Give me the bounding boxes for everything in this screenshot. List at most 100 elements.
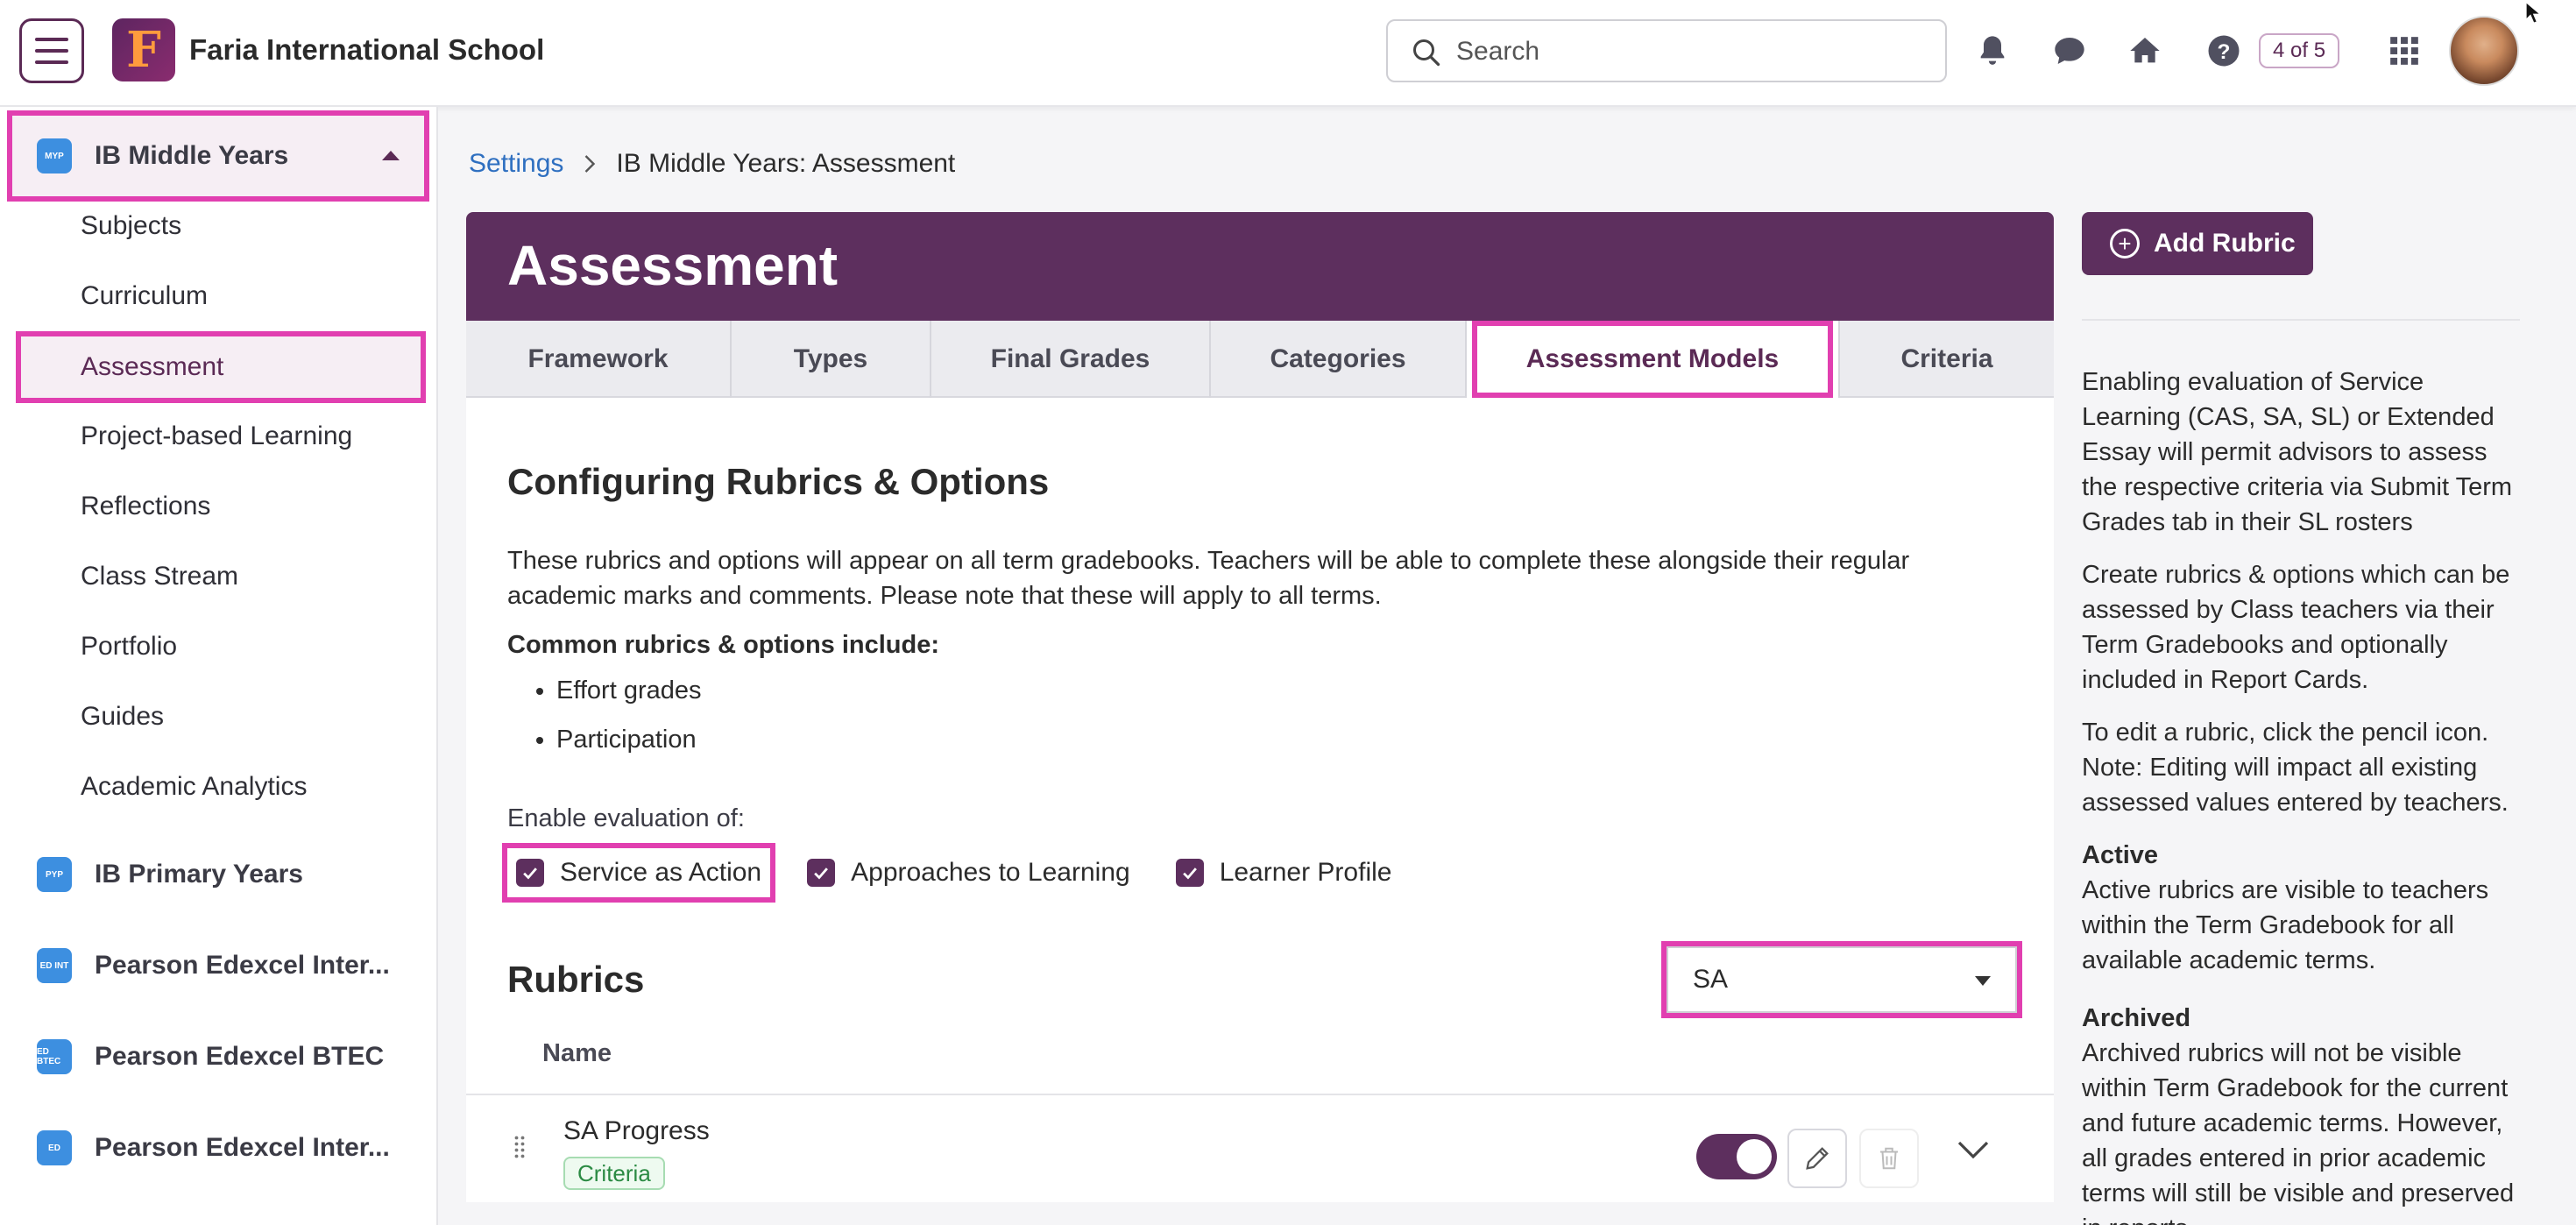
myp-icon: MYP: [37, 138, 72, 173]
sidebar-program-ib-primary-years[interactable]: PYP IB Primary Years: [12, 834, 424, 915]
chat-icon[interactable]: [2049, 30, 2091, 72]
assessment-card: Assessment Framework Types Final Grades …: [466, 212, 2054, 1202]
help-paragraph: Create rubrics & options which can be as…: [2082, 561, 2510, 694]
add-rubric-label: Add Rubric: [2154, 229, 2296, 258]
sidebar-item-label: Curriculum: [81, 281, 209, 310]
sidebar-item-label: Project-based Learning: [81, 421, 353, 450]
add-rubric-button[interactable]: + Add Rubric: [2082, 212, 2313, 275]
school-name[interactable]: Faria International School: [189, 33, 544, 67]
checkbox-label: Approaches to Learning: [851, 858, 1130, 887]
sidebar-item-class-stream[interactable]: Class Stream: [21, 546, 421, 607]
home-icon[interactable]: [2124, 30, 2166, 72]
bell-icon[interactable]: [1971, 30, 2013, 72]
checkbox-checked-icon: [516, 859, 544, 887]
help-paragraph: Enabling evaluation of Service Learning …: [2082, 368, 2513, 536]
chevron-down-icon[interactable]: [1956, 1139, 1991, 1160]
sidebar-item-label: Guides: [81, 702, 165, 731]
rubric-name: SA Progress: [563, 1116, 710, 1145]
section-title: Configuring Rubrics & Options: [507, 461, 1050, 502]
enable-evaluation-label: Enable evaluation of:: [507, 804, 745, 832]
user-avatar[interactable]: [2449, 16, 2519, 86]
sidebar-item-assessment[interactable]: Assessment: [16, 331, 426, 403]
chevron-right-icon: [585, 155, 596, 173]
program-label: Pearson Edexcel Inter...: [95, 1133, 390, 1162]
sidebar-program-pearson-edexcel-btec[interactable]: ED BTEC Pearson Edexcel BTEC: [12, 1016, 424, 1097]
school-logo[interactable]: F: [112, 18, 175, 81]
edexcel-icon: ED INT: [37, 948, 72, 983]
caret-up-icon[interactable]: [382, 151, 400, 160]
program-label: Pearson Edexcel BTEC: [95, 1042, 385, 1071]
dropdown-arrow-icon: [1975, 976, 1991, 986]
sidebar-item-guides[interactable]: Guides: [21, 686, 421, 747]
edexcel-btec-icon: ED BTEC: [37, 1039, 72, 1074]
apps-grid-icon[interactable]: [2383, 30, 2425, 72]
breadcrumb-settings-link[interactable]: Settings: [469, 149, 563, 179]
help-text: Active rubrics are visible to teachers w…: [2082, 876, 2489, 974]
tab-categories[interactable]: Categories: [1211, 321, 1467, 398]
sidebar-item-portfolio[interactable]: Portfolio: [21, 616, 421, 677]
sidebar-item-label: Subjects: [81, 211, 182, 240]
help-paragraph: To edit a rubric, click the pencil icon.…: [2082, 719, 2509, 817]
list-item: Effort grades: [556, 676, 702, 726]
sidebar-item-reflections[interactable]: Reflections: [21, 476, 421, 537]
active-toggle[interactable]: [1696, 1134, 1777, 1179]
tab-assessment-models[interactable]: Assessment Models: [1467, 321, 1840, 398]
help-archived-block: Archived Archived rubrics will not be vi…: [2082, 1001, 2520, 1225]
sidebar-program-pearson-edexcel-international[interactable]: ED INT Pearson Edexcel Inter...: [12, 925, 424, 1006]
help-panel: Enabling evaluation of Service Learning …: [2082, 319, 2520, 1225]
trash-icon: [1880, 1147, 1898, 1170]
evaluation-checkboxes: Service as Action Approaches to Learning…: [501, 843, 1428, 903]
common-rubrics-list: Effort grades Participation: [556, 676, 702, 775]
plus-circle-icon: +: [2110, 229, 2140, 258]
breadcrumb-current: IB Middle Years: Assessment: [616, 149, 956, 178]
sidebar-item-project-based-learning[interactable]: Project-based Learning: [21, 406, 421, 467]
tab-types[interactable]: Types: [732, 321, 931, 398]
checkbox-service-as-action[interactable]: Service as Action: [501, 843, 776, 903]
help-heading: Active: [2082, 841, 2159, 869]
sidebar-program-pearson-edexcel-international-2[interactable]: ED Pearson Edexcel Inter...: [12, 1108, 424, 1188]
sidebar-item-label: Portfolio: [81, 632, 178, 661]
sidebar-item-subjects[interactable]: Subjects: [21, 195, 421, 257]
help-icon[interactable]: ?: [2203, 30, 2245, 72]
sidebar-program-ib-middle-years[interactable]: MYP IB Middle Years: [7, 110, 429, 202]
top-bar: F Faria International School ? 4 of 5: [0, 0, 2576, 107]
sidebar-item-academic-analytics[interactable]: Academic Analytics: [21, 756, 421, 818]
edit-button[interactable]: [1787, 1129, 1847, 1188]
checkbox-approaches-to-learning[interactable]: Approaches to Learning: [798, 848, 1139, 897]
select-value: SA: [1693, 965, 1729, 994]
checkbox-label: Learner Profile: [1219, 858, 1392, 887]
help-text: Archived rubrics will not be visible wit…: [2082, 1039, 2515, 1225]
list-item: Participation: [556, 726, 702, 775]
delete-button[interactable]: [1859, 1129, 1919, 1188]
svg-text:?: ?: [2218, 40, 2231, 64]
program-label: IB Middle Years: [95, 141, 289, 170]
tab-final-grades[interactable]: Final Grades: [931, 321, 1211, 398]
common-rubrics-heading: Common rubrics & options include:: [507, 631, 940, 659]
card-header: Assessment: [466, 212, 2054, 321]
page-title: Assessment: [507, 234, 839, 297]
help-heading: Archived: [2082, 1004, 2191, 1032]
checkbox-checked-icon: [1175, 859, 1204, 887]
sidebar-item-curriculum[interactable]: Curriculum: [21, 266, 421, 327]
sidebar-item-label: Academic Analytics: [81, 772, 308, 801]
checkbox-checked-icon: [807, 859, 836, 887]
checkbox-learner-profile[interactable]: Learner Profile: [1167, 848, 1401, 897]
search-box[interactable]: [1386, 19, 1947, 82]
tab-bar: Framework Types Final Grades Categories …: [466, 321, 2054, 398]
pyp-icon: PYP: [37, 857, 72, 892]
rubrics-heading: Rubrics: [507, 959, 645, 1000]
menu-line: [35, 60, 68, 64]
tab-framework[interactable]: Framework: [466, 321, 732, 398]
search-input[interactable]: [1456, 35, 1912, 68]
drag-handle-icon[interactable]: [513, 1134, 526, 1160]
table-row: SA Progress Criteria: [466, 1095, 2054, 1202]
rubric-filter-select[interactable]: SA: [1661, 941, 2022, 1018]
toggle-knob: [1737, 1139, 1772, 1174]
pencil-icon: [1806, 1147, 1829, 1170]
tour-step-badge[interactable]: 4 of 5: [2259, 33, 2340, 68]
menu-line: [35, 49, 68, 53]
hamburger-menu-button[interactable]: [19, 18, 84, 83]
search-icon: [1413, 39, 1440, 67]
tab-criteria[interactable]: Criteria: [1840, 321, 2054, 398]
column-header-name: Name: [542, 1039, 612, 1067]
